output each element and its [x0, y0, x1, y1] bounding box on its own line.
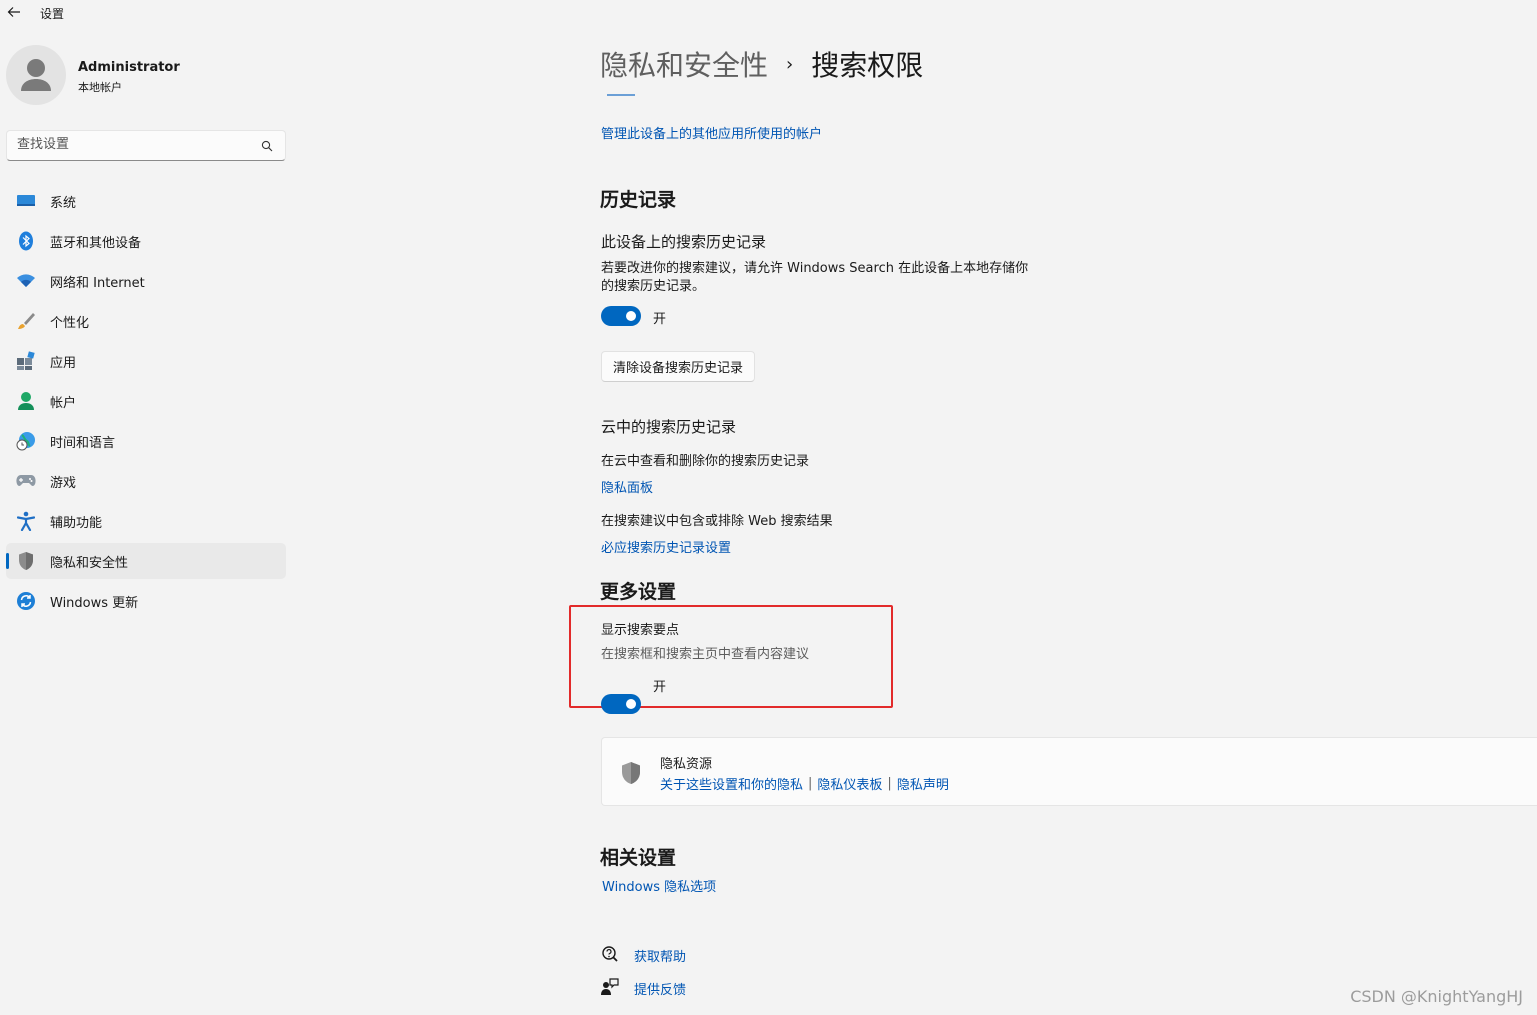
- sidebar-item-label: 帐户: [50, 395, 77, 411]
- feedback-link[interactable]: 提供反馈: [634, 979, 686, 998]
- monitor-icon: [16, 191, 36, 211]
- scroll-indicator: [607, 94, 635, 96]
- privacy-dashboard-link[interactable]: 隐私面板: [601, 477, 653, 496]
- about-privacy-link[interactable]: 关于这些设置和你的隐私: [660, 774, 803, 793]
- sidebar-item-personalization[interactable]: 个性化: [6, 303, 286, 339]
- toggle-knob: [626, 311, 636, 321]
- search-highlights-toggle[interactable]: [601, 694, 641, 714]
- sidebar-item-label: 系统: [50, 195, 77, 211]
- sidebar-item-label: 时间和语言: [50, 435, 116, 451]
- avatar[interactable]: [6, 45, 66, 105]
- sidebar-item-apps[interactable]: 应用: [6, 343, 286, 379]
- user-name: Administrator: [78, 60, 180, 75]
- cloud-history-title: 云中的搜索历史记录: [601, 418, 737, 436]
- person-icon: [16, 391, 36, 411]
- sidebar-item-network[interactable]: 网络和 Internet: [6, 263, 286, 299]
- sidebar-item-system[interactable]: 系统: [6, 183, 286, 219]
- privacy-resources-title: 隐私资源: [660, 757, 713, 772]
- shield-icon: [622, 762, 640, 784]
- link-separator: |: [808, 776, 813, 791]
- bing-history-settings-link[interactable]: 必应搜索历史记录设置: [601, 537, 731, 556]
- related-settings-title: 相关设置: [600, 847, 677, 869]
- more-settings-title: 更多设置: [600, 581, 677, 603]
- sidebar-item-privacy-security[interactable]: 隐私和安全性: [6, 543, 286, 579]
- shield-icon: [16, 551, 36, 571]
- privacy-statement-link[interactable]: 隐私声明: [897, 774, 949, 793]
- window-title: 设置: [40, 7, 65, 21]
- search-input[interactable]: [17, 137, 247, 152]
- windows-privacy-options-link[interactable]: Windows 隐私选项: [602, 876, 716, 895]
- wifi-icon: [16, 271, 36, 291]
- sidebar-item-label: 隐私和安全性: [50, 555, 129, 571]
- breadcrumb: 隐私和安全性 › 搜索权限: [600, 44, 923, 84]
- sidebar-item-label: 游戏: [50, 475, 77, 491]
- sidebar-item-label: 个性化: [50, 315, 90, 331]
- toggle-knob: [626, 699, 636, 709]
- privacy-dashboard-card-link[interactable]: 隐私仪表板: [817, 774, 882, 793]
- web-results-description: 在搜索建议中包含或排除 Web 搜索结果: [601, 514, 833, 529]
- accessibility-icon: [16, 511, 36, 531]
- apps-icon: [16, 351, 36, 371]
- brush-icon: [16, 311, 36, 331]
- chevron-right-icon: ›: [786, 53, 794, 75]
- device-history-title: 此设备上的搜索历史记录: [601, 233, 767, 251]
- device-history-description: 若要改进你的搜索建议，请允许 Windows Search 在此设备上本地存储你…: [601, 260, 1061, 296]
- sidebar-item-accessibility[interactable]: 辅助功能: [6, 503, 286, 539]
- privacy-resources-links: 关于这些设置和你的隐私 | 隐私仪表板 | 隐私声明: [660, 774, 949, 793]
- privacy-resources-card: 隐私资源 关于这些设置和你的隐私 | 隐私仪表板 | 隐私声明: [601, 737, 1537, 806]
- cloud-history-description: 在云中查看和删除你的搜索历史记录: [601, 454, 810, 469]
- sidebar-item-windows-update[interactable]: Windows 更新: [6, 583, 286, 619]
- avatar-person-icon: [21, 59, 51, 91]
- device-history-toggle[interactable]: [601, 306, 641, 326]
- sidebar-item-label: 应用: [50, 355, 77, 371]
- breadcrumb-parent[interactable]: 隐私和安全性: [600, 44, 768, 84]
- feedback-icon: [601, 978, 619, 995]
- gamepad-icon: [16, 471, 36, 491]
- search-icon[interactable]: [261, 140, 273, 152]
- globe-clock-icon: [16, 431, 36, 451]
- sidebar-item-label: 辅助功能: [50, 515, 103, 531]
- sidebar-item-label: 蓝牙和其他设备: [50, 235, 142, 251]
- device-history-desc-line2: 的搜索历史记录。: [601, 279, 706, 294]
- search-highlights-toggle-state: 开: [653, 680, 667, 695]
- sidebar-item-bluetooth[interactable]: 蓝牙和其他设备: [6, 223, 286, 259]
- back-arrow-icon[interactable]: [6, 4, 22, 20]
- link-separator: |: [887, 776, 892, 791]
- sidebar-item-accounts[interactable]: 帐户: [6, 383, 286, 419]
- manage-accounts-link[interactable]: 管理此设备上的其他应用所使用的帐户: [601, 123, 822, 142]
- sidebar-item-time-language[interactable]: 时间和语言: [6, 423, 286, 459]
- search-highlights-description: 在搜索框和搜索主页中查看内容建议: [601, 647, 810, 662]
- bluetooth-icon: [16, 231, 36, 251]
- page-title: 搜索权限: [811, 49, 924, 82]
- get-help-icon: [602, 946, 618, 962]
- search-box[interactable]: [6, 130, 286, 161]
- get-help-link[interactable]: 获取帮助: [634, 946, 686, 965]
- search-highlights-title: 显示搜索要点: [601, 623, 680, 638]
- update-icon: [16, 591, 36, 611]
- device-history-toggle-state: 开: [653, 312, 667, 327]
- device-history-desc-line1: 若要改进你的搜索建议，请允许 Windows Search 在此设备上本地存储你: [601, 261, 1029, 276]
- sidebar-item-label: Windows 更新: [50, 595, 139, 611]
- clear-device-history-button[interactable]: 清除设备搜索历史记录: [601, 351, 756, 382]
- sidebar-item-gaming[interactable]: 游戏: [6, 463, 286, 499]
- sidebar-nav: 系统 蓝牙和其他设备 网络和 Internet 个性化 应用 帐户 时间和语言 …: [6, 183, 286, 623]
- watermark: CSDN @KnightYangHJ: [1350, 987, 1523, 1006]
- history-section-title: 历史记录: [600, 189, 677, 211]
- user-account-type: 本地帐户: [78, 81, 122, 94]
- sidebar-item-label: 网络和 Internet: [50, 275, 145, 291]
